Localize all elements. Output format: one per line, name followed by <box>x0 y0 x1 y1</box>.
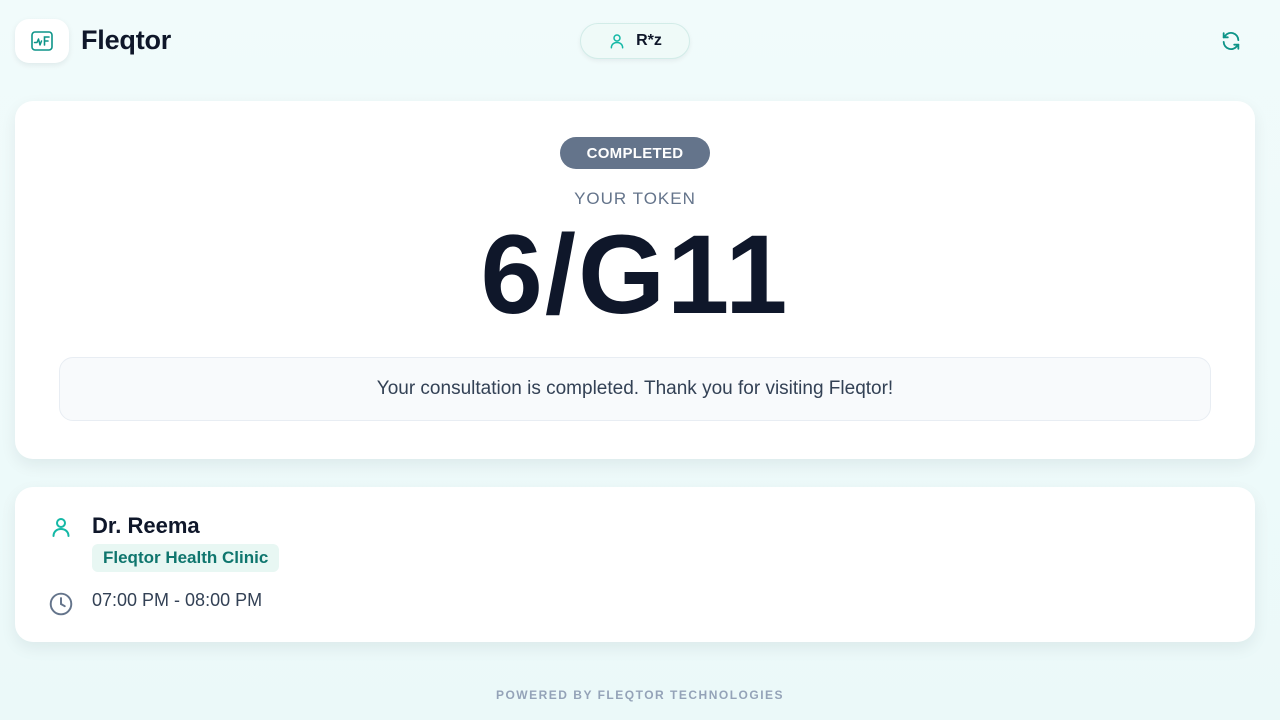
brand-name: Fleqtor <box>81 25 172 55</box>
status-badge: COMPLETED <box>560 137 710 169</box>
clinic-tag: Fleqtor Health Clinic <box>92 544 280 572</box>
footer-credit: POWERED BY FLEQTOR TECHNOLOGIES <box>495 688 785 702</box>
doctor-name: Dr. Reema <box>92 513 200 538</box>
user-icon <box>610 34 624 49</box>
user-pill-label: R*z <box>636 32 662 49</box>
token-card: COMPLETED YOUR TOKEN 6/G11 Your consulta… <box>15 101 1255 459</box>
doctor-card: Dr. Reema Fleqtor Health Clinic 07:00 PM… <box>15 487 1255 642</box>
app-logo[interactable] <box>15 19 69 63</box>
appointment-time: 07:00 PM - 08:00 PM <box>92 590 263 610</box>
refresh-button[interactable] <box>1216 27 1246 55</box>
user-pill[interactable]: R*z <box>580 23 690 59</box>
clock-icon <box>49 592 73 616</box>
status-message-text: Your consultation is completed. Thank yo… <box>376 378 894 399</box>
refresh-icon <box>1222 32 1240 50</box>
pulse-f-icon <box>31 31 53 51</box>
user-icon <box>52 518 70 537</box>
token-label: YOUR TOKEN <box>574 189 696 208</box>
status-message: Your consultation is completed. Thank yo… <box>59 357 1211 421</box>
token-number: 6/G11 <box>480 212 790 337</box>
